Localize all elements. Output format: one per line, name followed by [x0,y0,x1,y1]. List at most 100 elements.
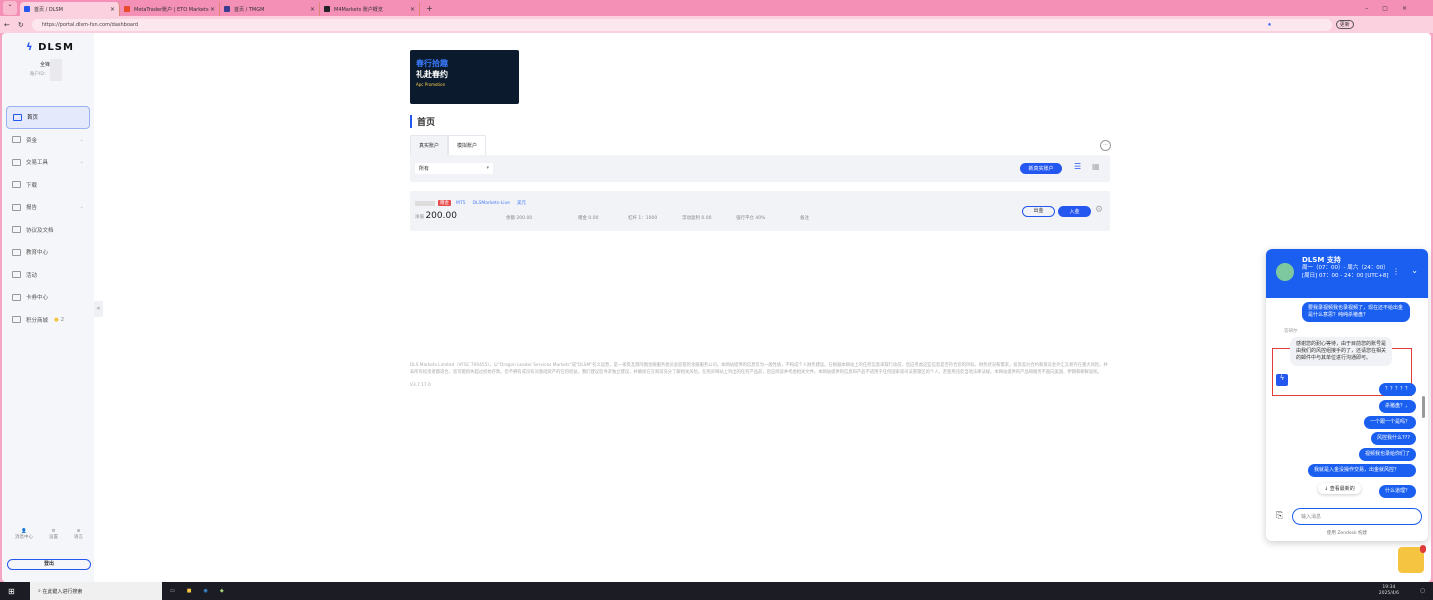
user-message: 我就是入金没操作交易，出金就风控？ [1308,464,1416,477]
nav-icon [12,316,21,324]
favicon-icon [24,6,30,12]
sidebar-item[interactable]: 下载 [6,174,90,197]
sidebar-item[interactable]: 协议及文档 [6,219,90,242]
currency-tag: 美元 [516,201,526,206]
attachment-icon[interactable]: ⎘ [1276,511,1283,521]
see-latest-button[interactable]: ↓ 查看最新的 [1318,483,1361,494]
sidebar-item[interactable]: 交易工具 ⌄ [6,151,90,174]
close-icon[interactable]: × [210,6,215,13]
new-live-account-button[interactable]: 新真实账户 [1020,163,1062,174]
user-message: ？？？？？ [1378,383,1416,396]
nav-icon [12,271,21,279]
chat-launcher-mascot-icon[interactable] [1398,545,1426,573]
version: V3.7.17.0 [410,383,431,388]
logout-button[interactable]: 登出 [7,559,91,570]
messages-button[interactable]: 👤 消息中心 [15,529,33,540]
sidebar-item[interactable]: 资金 ⌄ [6,129,90,152]
account-header: 赠金 MT5 DLSMarkets-Live 美元 [415,200,528,206]
taskbar: ⊞ ⌕ 在此键入进行搜索 ▭ ■ ◉ ◆ 19:34 2025/4/6 ▢ [0,582,1433,600]
address-bar-row: ← ↻ https://portal.dlsm-fxn.com/dashboar… [0,16,1433,33]
sidebar-item-label: 教育中心 [26,250,49,257]
withdraw-button[interactable]: 出金 [1022,206,1055,217]
gear-icon[interactable]: ⚙ [1095,205,1103,215]
account-filter-select[interactable]: 所有 ▾ [415,163,493,174]
agent-name: 答研尔 [1284,329,1298,334]
tab-list-icon[interactable]: ⌄ [3,1,17,15]
floating-pnl: 浮动盈利 0.00 [682,216,712,221]
url-text: https://portal.dlsm-fxn.com/dashboard [41,21,139,28]
favorite-star-icon[interactable]: ★ [1267,22,1271,28]
sidebar-item[interactable]: 教育中心 [6,241,90,264]
tab-demo-accounts[interactable]: 模拟账户 [448,135,487,155]
sidebar-item-label: 活动 [26,272,38,279]
user-name: 全锋 [40,62,51,68]
collapse-sidebar-icon[interactable]: « [94,301,103,317]
close-icon[interactable]: × [310,6,315,13]
grid-view-icon[interactable]: ▦ [1092,162,1100,171]
edge-icon[interactable]: ◉ [203,588,207,594]
sidebar-item[interactable]: 报告 ⌄ [6,196,90,219]
nav-icon [13,113,22,121]
agent-message: 感谢您的耐心等待，由于目前您的账号是由我们的风控组接手的了，还请您在相关的邮件中… [1290,337,1392,366]
app-icon[interactable]: ◆ [220,588,224,594]
support-avatar [1276,263,1294,281]
promo-banner[interactable]: 春行拾趣 礼赴春约 Apc Promotion [410,50,519,104]
browser-tab-bar: ⌄ 首页 / DLSM × MetaTrader账户 | ETO Markets … [0,0,1433,16]
close-icon[interactable]: × [410,6,415,13]
search-icon: ⌕ [38,588,41,594]
new-tab-icon[interactable]: + [426,4,433,13]
messages-icon: 👤 [21,529,27,534]
back-icon[interactable]: ← [4,21,10,29]
sidebar-item-label: 积分商城 [26,317,49,324]
browser-tab[interactable]: M4Markets 账户概览 × [320,2,420,16]
reload-icon[interactable]: ↻ [18,21,24,29]
tab-title: 首页 / TMGM [234,6,265,13]
nav-icon [12,181,21,189]
account-tabs: 真实账户 模拟账户 [410,135,487,155]
nav-icon [12,136,21,144]
clock[interactable]: 19:34 2025/4/6 [1379,585,1399,597]
sidebar-item[interactable]: 首页 [6,106,90,129]
notifications-icon[interactable]: ▢ [1420,588,1425,594]
deposit-button[interactable]: 入金 [1058,206,1091,217]
taskbar-search[interactable]: ⌕ 在此键入进行搜索 [30,582,162,600]
minimize-chevron-icon[interactable]: ⌄ [1411,266,1418,275]
menu-icon[interactable]: ⋮ [1392,267,1400,276]
list-view-icon[interactable]: ☰ [1074,162,1081,171]
favicon-icon [224,6,230,12]
support-chat-widget: DLSM 支持 周一（07：00）- 周六（24：00）[周日] 07：00 -… [1266,249,1428,541]
chevron-down-icon: ⌄ [79,159,84,166]
window-controls[interactable]: –▢× [1365,5,1421,12]
sidebar-item-label: 交易工具 [26,160,49,167]
nav-icon [12,226,21,234]
language-button[interactable]: ⊕ 语言 [74,529,83,540]
tab-live-accounts[interactable]: 真实账户 [410,135,449,155]
browser-tab[interactable]: 首页 / DLSM × [20,2,120,16]
settings-button[interactable]: ⚙ 设置 [49,529,58,540]
user-message: 一个跟一个是吗？ [1363,416,1416,429]
chat-messages: 要我录视频我也录视频了，现在还不给出金是什么意思？纯纯杀猪盘？ 答研尔 感谢您的… [1266,298,1428,498]
update-button[interactable]: 更新 [1335,20,1354,29]
sidebar-item[interactable]: 卡券中心 [6,286,90,309]
user-message: 视频我也录给你们了 [1358,448,1416,461]
close-icon[interactable]: × [110,6,115,13]
user-message: 风控我什么??? [1371,432,1416,445]
file-explorer-icon[interactable]: ■ [187,588,192,594]
note[interactable]: 备注 [800,215,809,221]
sidebar-item[interactable]: 积分商城 ● 2 [6,309,90,332]
sidebar-item[interactable]: 活动 [6,264,90,287]
sidebar-nav: 首页 资金 ⌄ 交易工具 ⌄ 下载 报告 ⌄ 协议及文档教育中心活动卡券中心 积分商城 ● 2 [6,106,90,331]
task-view-icon[interactable]: ▭ [170,588,175,594]
more-icon[interactable]: ··· [1100,140,1111,151]
browser-tab[interactable]: MetaTrader账户 | ETO Markets Li × [120,2,220,16]
browser-tab[interactable]: 首页 / TMGM × [220,2,320,16]
message-input[interactable]: 输入消息 [1292,508,1422,525]
redacted-account-number [415,200,435,206]
user-message: 杀猪盘？， [1378,400,1416,413]
windows-start-icon[interactable]: ⊞ [8,587,15,596]
favicon-icon [324,6,330,12]
leverage: 杠杆 1：1000 [628,216,658,221]
chat-scrollbar[interactable] [1422,396,1425,418]
url-input[interactable]: https://portal.dlsm-fxn.com/dashboard ★ [31,18,1332,31]
agent-avatar-icon: ϟ [1276,374,1288,386]
